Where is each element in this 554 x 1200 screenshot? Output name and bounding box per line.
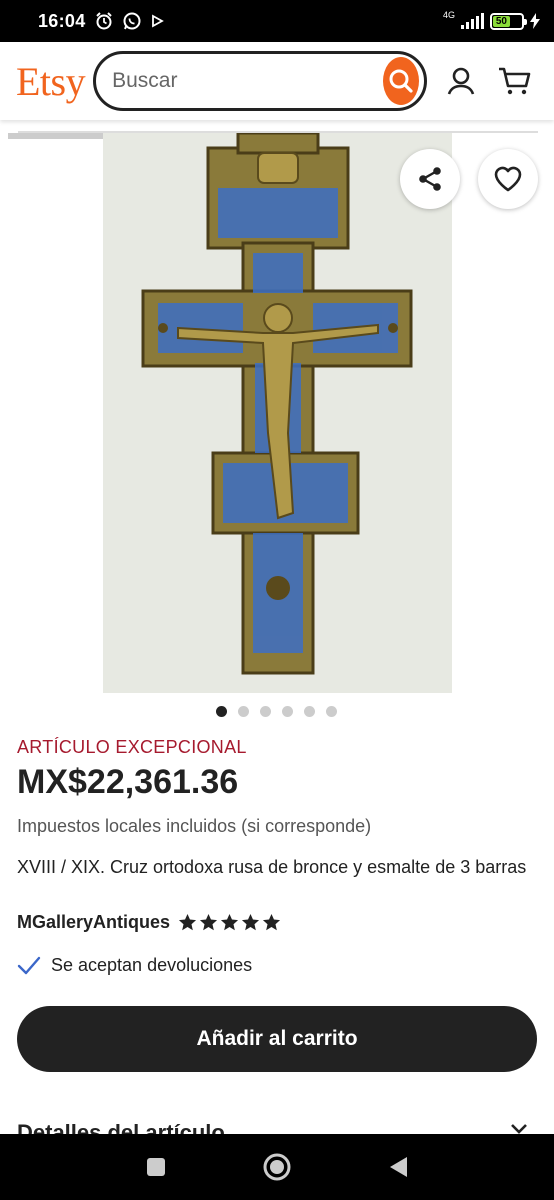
shop-row[interactable]: MGalleryAntiques	[17, 912, 281, 933]
status-bar: 16:04 4G 50	[0, 0, 554, 42]
returns-label: Se aceptan devoluciones	[51, 955, 253, 975]
charging-icon	[530, 13, 540, 29]
check-icon	[17, 956, 41, 974]
gallery-pagination	[216, 706, 337, 717]
listing-title: XVIII / XIX. Cruz ortodoxa rusa de bronc…	[17, 857, 527, 877]
battery-level: 50	[493, 15, 510, 27]
user-icon	[447, 67, 475, 95]
gallery-dot[interactable]	[260, 706, 271, 717]
recent-apps-icon[interactable]	[145, 1156, 167, 1178]
search-input[interactable]	[112, 69, 384, 93]
status-time: 16:04	[38, 10, 86, 31]
rating-stars	[178, 913, 281, 932]
etsy-logo[interactable]: Etsy	[16, 58, 86, 105]
search-bar[interactable]	[93, 51, 428, 111]
star-icon	[199, 913, 218, 931]
favorite-button[interactable]	[478, 149, 538, 209]
status-system-icons: 4G 50	[442, 10, 540, 30]
gallery-dot[interactable]	[216, 706, 227, 717]
whatsapp-icon	[123, 12, 141, 30]
battery-icon: 50	[490, 12, 527, 30]
status-notification-icons	[94, 11, 164, 31]
chevron-down-icon	[511, 1124, 527, 1134]
gallery-dot[interactable]	[326, 706, 337, 717]
search-icon	[389, 69, 413, 93]
heart-icon	[494, 166, 522, 192]
add-to-cart-button[interactable]: Añadir al carrito	[17, 1006, 537, 1072]
star-icon	[262, 913, 281, 931]
share-button[interactable]	[400, 149, 460, 209]
gallery-dot[interactable]	[304, 706, 315, 717]
home-icon[interactable]	[262, 1152, 292, 1182]
cart-button[interactable]	[495, 61, 535, 101]
returns-row: Se aceptan devoluciones	[17, 955, 252, 976]
star-icon	[178, 913, 197, 931]
cart-icon	[499, 67, 531, 95]
product-image[interactable]	[103, 133, 452, 693]
share-icon	[419, 167, 441, 191]
item-details-label: Detalles del artículo	[17, 1120, 225, 1134]
search-button[interactable]	[383, 57, 420, 105]
signal-icon	[461, 13, 484, 29]
item-details-accordion[interactable]: Detalles del artículo	[17, 1118, 537, 1134]
star-icon	[220, 913, 239, 931]
star-icon	[241, 913, 260, 931]
price: MX$22,361.36	[17, 763, 239, 801]
system-nav-bar	[0, 1134, 554, 1200]
tax-note: Impuestos locales incluidos (si correspo…	[17, 816, 372, 836]
app-header: Etsy	[0, 42, 554, 120]
alarm-icon	[95, 12, 112, 30]
gallery-dot[interactable]	[282, 706, 293, 717]
account-button[interactable]	[441, 61, 481, 101]
shop-name[interactable]: MGalleryAntiques	[17, 912, 170, 933]
network-label: 4G	[442, 10, 455, 20]
gallery-dot[interactable]	[238, 706, 249, 717]
play-icon	[151, 14, 164, 28]
star-seller-badge: ARTÍCULO EXCEPCIONAL	[17, 737, 247, 757]
back-icon[interactable]	[387, 1155, 409, 1179]
